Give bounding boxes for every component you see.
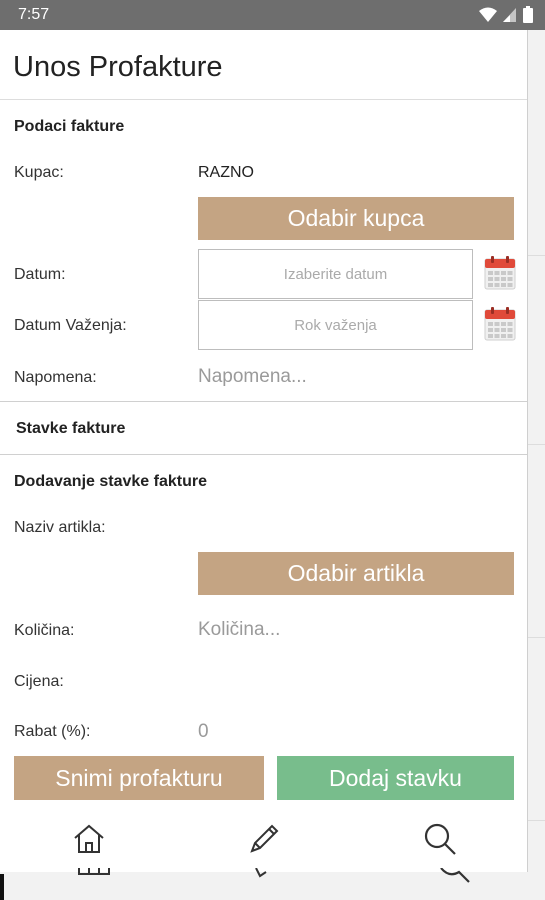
customer-value: RAZNO [198,164,254,181]
items-tab[interactable]: Stavke fakture [0,401,527,455]
invoice-data-title: Podaci fakture [14,118,125,135]
background-divider [528,820,545,821]
date-field[interactable]: Izaberite datum [198,249,473,299]
choose-article-button[interactable]: Odabir artikla [198,552,514,595]
note-label: Napomena: [14,369,97,386]
pencil-icon-fragment [255,868,267,878]
quantity-label: Količina: [14,622,75,639]
calendar-icon[interactable] [484,307,516,341]
price-label: Cijena: [14,673,64,690]
signal-icon [503,7,516,22]
save-invoice-button[interactable]: Snimi profakturu [14,756,264,800]
search-icon[interactable] [422,821,458,857]
date-label: Datum: [14,266,66,283]
calendar-icon[interactable] [484,256,516,290]
items-tab-label: Stavke fakture [16,420,126,437]
bottom-nav [0,813,527,872]
page-title: Unos Profakture [13,51,223,83]
app-bar: Unos Profakture [0,30,527,100]
discount-label: Rabat (%): [14,723,91,740]
app-screen: Unos Profakture Podaci fakture Kupac: RA… [0,30,528,872]
battery-icon [523,6,533,23]
discount-input[interactable]: 0 [198,721,209,743]
choose-customer-button[interactable]: Odabir kupca [198,197,514,240]
add-item-button[interactable]: Dodaj stavku [277,756,514,800]
customer-label: Kupac: [14,164,64,181]
home-icon-fragment [78,868,110,875]
background-divider [528,637,545,638]
background-divider [528,255,545,256]
edge-marker [0,874,4,900]
home-icon[interactable] [71,821,107,857]
search-icon-fragment [440,868,470,883]
validity-label: Datum Važenja: [14,317,127,334]
status-time: 7:57 [18,6,50,23]
pencil-icon[interactable] [246,821,282,857]
quantity-input[interactable]: Količina... [198,619,280,641]
status-icons [479,6,533,23]
status-bar: 7:57 [0,0,545,30]
note-input[interactable]: Napomena... [198,366,307,388]
wifi-icon [479,7,497,22]
validity-field[interactable]: Rok važenja [198,300,473,350]
add-item-title: Dodavanje stavke fakture [14,473,207,490]
article-label: Naziv artikla: [14,519,106,536]
background-divider [528,444,545,445]
